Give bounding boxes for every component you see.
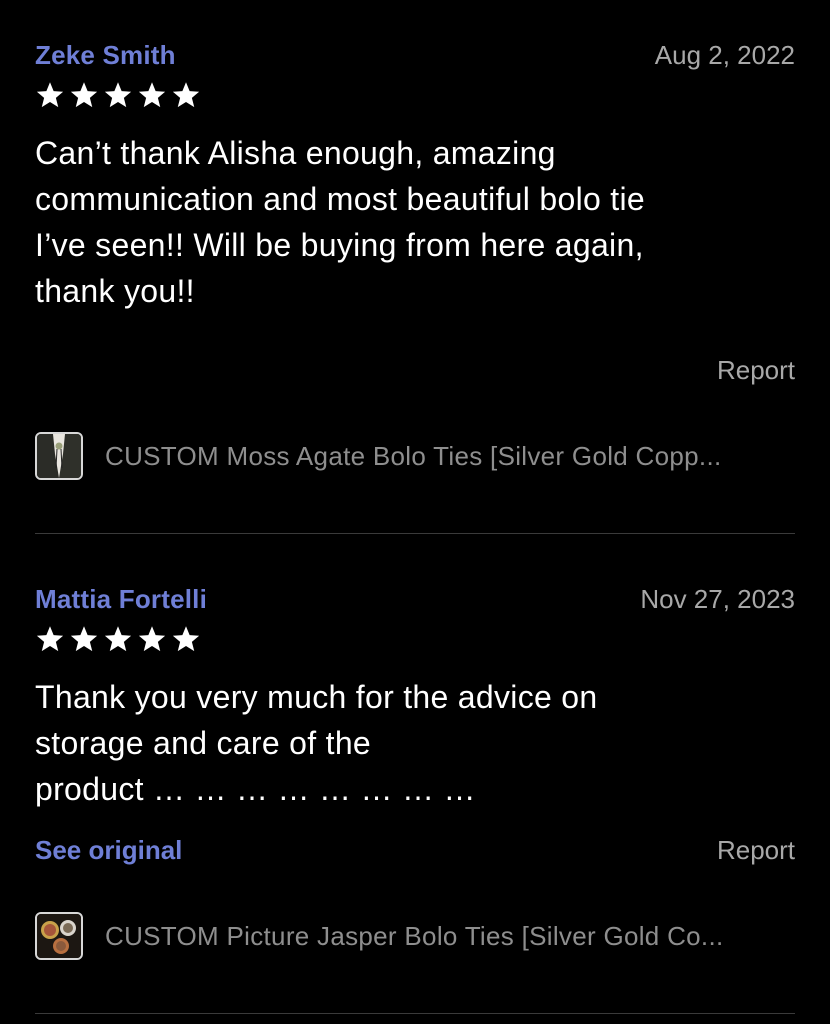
star-icon	[70, 626, 98, 652]
reviewer-name[interactable]: Mattia Fortelli	[35, 584, 207, 615]
star-icon	[172, 82, 200, 108]
star-icon	[172, 626, 200, 652]
review-date: Nov 27, 2023	[640, 584, 795, 614]
product-thumbnail	[35, 432, 83, 480]
review-card: Mattia Fortelli Nov 27, 2023 Thank you v…	[35, 584, 795, 812]
jasper-bolo-thumbnail-icon	[37, 914, 81, 958]
review-divider	[35, 533, 795, 534]
review-header: Zeke Smith Aug 2, 2022	[35, 40, 795, 76]
star-icon	[104, 82, 132, 108]
review-text: Thank you very much for the advice on st…	[35, 679, 598, 807]
reviewer-name[interactable]: Zeke Smith	[35, 40, 176, 71]
review-actions: Report	[35, 350, 795, 390]
product-thumbnail	[35, 912, 83, 960]
review-divider	[35, 1013, 795, 1014]
star-icon	[104, 626, 132, 652]
star-icon	[36, 82, 64, 108]
review-card: Zeke Smith Aug 2, 2022 Can’t thank Alish…	[35, 40, 795, 314]
report-button[interactable]: Report	[717, 835, 795, 866]
star-icon	[36, 626, 64, 652]
see-original-link[interactable]: See original	[35, 835, 182, 866]
review-header: Mattia Fortelli Nov 27, 2023	[35, 584, 795, 620]
review-date: Aug 2, 2022	[654, 40, 795, 70]
star-icon	[138, 626, 166, 652]
star-rating	[35, 80, 795, 110]
star-icon	[138, 82, 166, 108]
review-text: Can’t thank Alisha enough, amazing commu…	[35, 135, 645, 309]
product-title[interactable]: CUSTOM Moss Agate Bolo Ties [Silver Gold…	[105, 441, 722, 472]
report-button[interactable]: Report	[717, 355, 795, 386]
review-actions: See original Report	[35, 830, 795, 870]
bolo-tie-thumbnail-icon	[37, 434, 81, 478]
star-icon	[70, 82, 98, 108]
product-link[interactable]: CUSTOM Moss Agate Bolo Ties [Silver Gold…	[35, 430, 795, 482]
star-rating	[35, 624, 795, 654]
product-title[interactable]: CUSTOM Picture Jasper Bolo Ties [Silver …	[105, 921, 724, 952]
product-link[interactable]: CUSTOM Picture Jasper Bolo Ties [Silver …	[35, 910, 795, 962]
